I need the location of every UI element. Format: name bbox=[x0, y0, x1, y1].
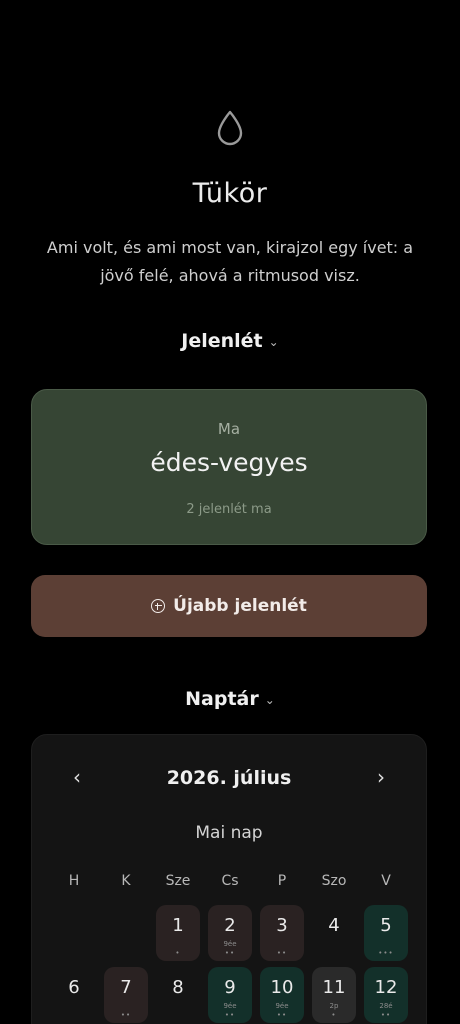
day-entry-dots: •• bbox=[276, 1011, 288, 1019]
day-entry-dots: • bbox=[331, 1011, 337, 1019]
calendar-cell: 3 •• bbox=[256, 903, 308, 963]
presence-heading: Jelenlét bbox=[181, 330, 263, 352]
day-number: 7 bbox=[120, 977, 132, 998]
chevron-down-icon: ⌄ bbox=[264, 692, 275, 707]
chevron-down-icon: ⌄ bbox=[268, 334, 279, 349]
calendar-cell: 8 bbox=[152, 965, 204, 1024]
calendar-day[interactable]: 9 9ée •• bbox=[208, 967, 252, 1023]
weekday-label: Sze bbox=[165, 873, 191, 889]
calendar-cell: 11 2p • bbox=[308, 965, 360, 1024]
calendar-cell: 1 • bbox=[152, 903, 204, 963]
day-number: 12 bbox=[374, 977, 398, 998]
calendar-grid: 1 • 2 9ée •• 3 •• 4 5 ••• 6 7 •• 8 9 9ée •• 10 9ée •• 11 2p • 1… bbox=[48, 903, 412, 1024]
calendar-week: 1 • 2 9ée •• 3 •• 4 5 ••• bbox=[48, 903, 412, 963]
day-entry-dots: •• bbox=[224, 949, 236, 957]
calendar-heading: Naptár bbox=[185, 688, 259, 710]
calendar-day[interactable]: 6 bbox=[52, 967, 96, 1023]
day-entry-dots: •• bbox=[224, 1011, 236, 1019]
today-presence-card: Ma édes-vegyes 2 jelenlét ma bbox=[31, 389, 427, 545]
day-entry-dots: •• bbox=[380, 1011, 392, 1019]
calendar-cell: 2 9ée •• bbox=[204, 903, 256, 963]
today-value: édes-vegyes bbox=[150, 448, 308, 477]
go-to-today-button[interactable]: Mai nap bbox=[32, 823, 426, 843]
next-month-button[interactable]: › bbox=[366, 765, 396, 789]
weekday-label: K bbox=[121, 873, 131, 889]
day-entry-dots: •• bbox=[120, 1011, 132, 1019]
day-number: 1 bbox=[172, 915, 184, 936]
day-number: 8 bbox=[172, 977, 184, 998]
calendar-cell: 5 ••• bbox=[360, 903, 412, 963]
day-number: 4 bbox=[328, 915, 340, 936]
day-summary: 2p bbox=[329, 1002, 339, 1010]
calendar-cell: 6 bbox=[48, 965, 100, 1024]
new-presence-label: Újabb jelenlét bbox=[173, 596, 307, 616]
calendar-card: ‹ 2026. július › Mai nap H K Sze Cs P Sz… bbox=[31, 734, 427, 1024]
plus-circle-icon bbox=[151, 599, 166, 613]
weekday-header: H K Sze Cs P Szo V bbox=[48, 873, 412, 889]
day-entry-dots: • bbox=[175, 949, 181, 957]
calendar-day[interactable]: 7 •• bbox=[104, 967, 148, 1023]
new-presence-button[interactable]: Újabb jelenlét bbox=[31, 575, 427, 637]
calendar-day[interactable]: 2 9ée •• bbox=[208, 905, 252, 961]
calendar-cell: 7 •• bbox=[100, 965, 152, 1024]
weekday-label: V bbox=[381, 873, 391, 889]
day-number: 11 bbox=[322, 977, 346, 998]
day-entry-dots: •• bbox=[276, 949, 288, 957]
day-number: 9 bbox=[224, 977, 236, 998]
presence-section-toggle[interactable]: Jelenlét ⌄ bbox=[0, 330, 460, 352]
weekday-label: Szo bbox=[321, 873, 347, 889]
calendar-cell: 4 bbox=[308, 903, 360, 963]
calendar-cell: 12 28é •• bbox=[360, 965, 412, 1024]
day-summary: 9ée bbox=[275, 1002, 289, 1010]
day-number: 3 bbox=[276, 915, 288, 936]
calendar-cell: 10 9ée •• bbox=[256, 965, 308, 1024]
day-entry-dots: ••• bbox=[378, 949, 394, 957]
today-label: Ma bbox=[217, 420, 241, 438]
calendar-cell: 9 9ée •• bbox=[204, 965, 256, 1024]
calendar-day[interactable]: 3 •• bbox=[260, 905, 304, 961]
day-summary: 9ée bbox=[223, 1002, 237, 1010]
page-title: Tükör bbox=[192, 178, 268, 209]
today-count: 2 jelenlét ma bbox=[186, 502, 272, 517]
weekday-label: P bbox=[277, 873, 287, 889]
weekday-label: Cs bbox=[221, 873, 239, 889]
day-number: 5 bbox=[380, 915, 392, 936]
day-number: 10 bbox=[270, 977, 294, 998]
calendar-day[interactable]: 12 28é •• bbox=[364, 967, 408, 1023]
day-number: 6 bbox=[68, 977, 80, 998]
page-subtitle: Ami volt, és ami most van, kirajzol egy … bbox=[46, 238, 414, 285]
day-summary: 28é bbox=[379, 1002, 393, 1010]
calendar-cell bbox=[48, 903, 100, 963]
calendar-day[interactable]: 11 2p • bbox=[312, 967, 356, 1023]
calendar-day[interactable]: 10 9ée •• bbox=[260, 967, 304, 1023]
calendar-section-toggle[interactable]: Naptár ⌄ bbox=[0, 688, 460, 710]
weekday-label: H bbox=[68, 873, 80, 889]
day-summary: 9ée bbox=[223, 940, 237, 948]
calendar-week: 6 7 •• 8 9 9ée •• 10 9ée •• 11 2p • 12 28é •• bbox=[48, 965, 412, 1024]
mirror-screen: Tükör Ami volt, és ami most van, kirajzo… bbox=[0, 0, 460, 1024]
calendar-day[interactable]: 1 • bbox=[156, 905, 200, 961]
calendar-day[interactable]: 4 bbox=[312, 905, 356, 961]
calendar-cell bbox=[100, 903, 152, 963]
water-drop-icon bbox=[217, 110, 243, 146]
calendar-day[interactable]: 8 bbox=[156, 967, 200, 1023]
day-number: 2 bbox=[224, 915, 236, 936]
calendar-day[interactable]: 5 ••• bbox=[364, 905, 408, 961]
